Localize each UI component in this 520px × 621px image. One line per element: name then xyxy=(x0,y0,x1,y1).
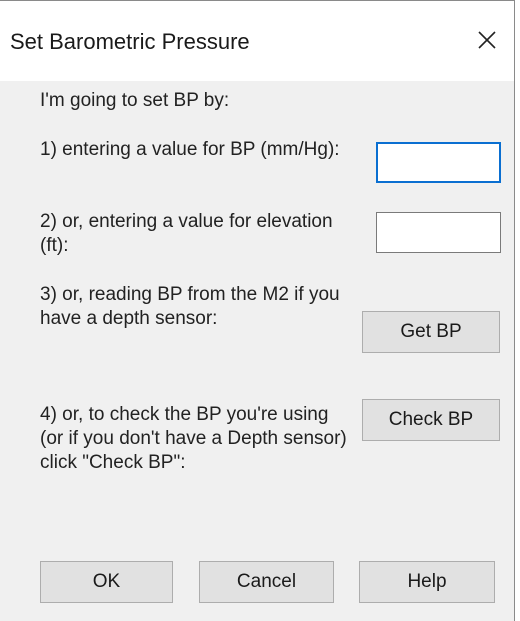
cancel-button[interactable]: Cancel xyxy=(199,561,334,603)
bp-value-input[interactable] xyxy=(376,142,501,183)
set-barometric-pressure-dialog: Set Barometric Pressure I'm going to set… xyxy=(0,0,515,621)
check-bp-button[interactable]: Check BP xyxy=(362,399,500,441)
title-bar[interactable]: Set Barometric Pressure xyxy=(0,1,514,81)
option-elevation-label: 2) or, entering a value for elevation (f… xyxy=(40,211,333,256)
elevation-value-input[interactable] xyxy=(376,212,501,253)
get-bp-button[interactable]: Get BP xyxy=(362,311,500,353)
intro-label: I'm going to set BP by: xyxy=(40,90,230,111)
close-button[interactable] xyxy=(472,25,502,55)
dialog-title: Set Barometric Pressure xyxy=(10,29,250,54)
option-read-bp-label: 3) or, reading BP from the M2 if you hav… xyxy=(40,284,340,329)
option-check-bp-label: 4) or, to check the BP you're using (or … xyxy=(40,404,347,473)
close-icon xyxy=(478,31,496,49)
ok-button[interactable]: OK xyxy=(40,561,173,603)
help-button[interactable]: Help xyxy=(359,561,495,603)
option-bp-label: 1) entering a value for BP (mm/Hg): xyxy=(40,139,340,160)
